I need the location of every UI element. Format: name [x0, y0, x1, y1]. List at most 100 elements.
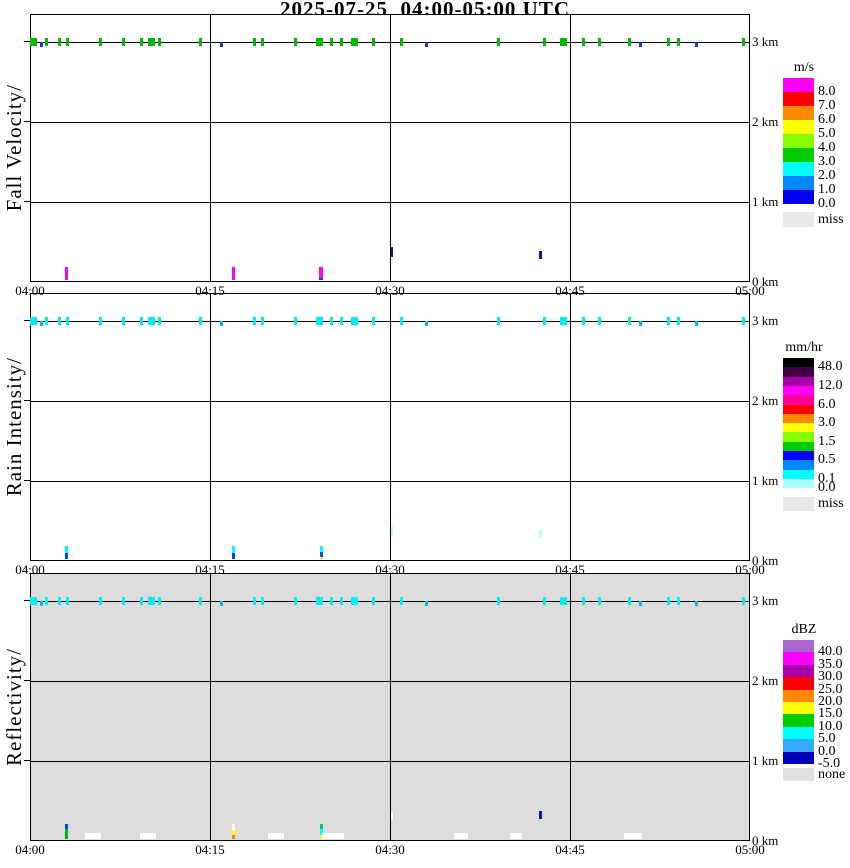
y-axis-tick — [24, 480, 30, 481]
data-mark — [539, 251, 542, 259]
legend-band-label: 0.5 — [818, 452, 836, 467]
data-mark — [253, 597, 256, 605]
data-mark — [560, 38, 567, 46]
x-axis-tick-label: 04:30 — [375, 283, 405, 298]
data-mark — [268, 833, 284, 839]
legend-band — [783, 386, 814, 395]
y-axis-tick — [24, 760, 30, 761]
data-mark — [148, 597, 155, 605]
data-mark — [158, 317, 161, 325]
data-mark — [340, 38, 343, 46]
data-mark — [294, 38, 297, 46]
legend-band — [783, 451, 814, 460]
y-axis-tick — [24, 600, 30, 601]
data-mark — [30, 597, 37, 605]
gridline-horizontal — [31, 681, 749, 682]
gridline-vertical — [210, 574, 211, 840]
legend-band — [783, 690, 814, 702]
data-mark — [199, 597, 202, 605]
y-axis-label-reflectivity: Reflectivity/ — [1, 573, 28, 841]
data-mark — [372, 38, 375, 46]
panel-fall-velocity — [30, 14, 750, 282]
y-axis-km-label: 0 km — [752, 274, 779, 289]
data-mark — [742, 597, 745, 605]
y-axis-km-label: 0 km — [752, 833, 779, 848]
data-mark — [253, 317, 256, 325]
data-mark-segment — [268, 833, 284, 839]
x-axis-tick-label: 04:30 — [375, 842, 405, 857]
data-mark — [742, 317, 745, 325]
data-mark-segment — [319, 278, 323, 280]
legend-band-label: 1.5 — [818, 434, 836, 449]
data-mark — [294, 597, 297, 605]
data-mark — [454, 833, 468, 839]
data-mark-alt — [220, 42, 223, 47]
data-mark — [66, 597, 69, 605]
data-mark — [122, 38, 125, 46]
data-mark — [372, 597, 375, 605]
y-axis-label-text: Rain Intensity/ — [2, 357, 26, 497]
legend-miss-swatch — [783, 768, 814, 781]
data-mark — [340, 317, 343, 325]
data-mark — [322, 833, 344, 839]
y-axis-tick — [24, 400, 30, 401]
data-mark — [58, 38, 61, 46]
data-mark — [677, 597, 680, 605]
data-mark — [400, 317, 403, 325]
data-mark — [598, 317, 601, 325]
legend-band — [783, 395, 814, 405]
data-mark-alt — [220, 601, 223, 606]
gridline-vertical — [570, 294, 571, 560]
data-mark — [543, 38, 546, 46]
gridline-vertical — [570, 574, 571, 840]
x-axis-tick-label: 04:15 — [195, 842, 225, 857]
data-mark — [140, 317, 143, 325]
legend-band — [783, 120, 814, 134]
legend-band — [783, 423, 814, 432]
data-mark-segment — [539, 251, 542, 259]
legend-band-label: 6.0 — [818, 397, 836, 412]
data-mark — [330, 38, 333, 46]
data-mark — [261, 317, 264, 325]
data-mark-alt — [695, 601, 698, 606]
data-mark — [391, 812, 393, 820]
data-mark — [316, 597, 323, 605]
data-mark — [294, 317, 297, 325]
data-mark — [158, 597, 161, 605]
gridline-horizontal — [31, 122, 749, 123]
legend-miss-label: miss — [818, 211, 844, 227]
data-mark — [261, 38, 264, 46]
data-mark-alt — [695, 321, 698, 326]
data-mark — [66, 38, 69, 46]
legend-band — [783, 470, 814, 479]
y-axis-tick — [24, 121, 30, 122]
gridline-horizontal — [31, 761, 749, 762]
data-mark — [65, 824, 68, 839]
data-mark — [598, 38, 601, 46]
data-mark — [497, 317, 500, 325]
gridline-horizontal — [31, 481, 749, 482]
legend-band — [783, 367, 814, 377]
data-mark — [199, 317, 202, 325]
data-mark — [140, 833, 156, 839]
data-mark — [30, 317, 37, 325]
gridline-vertical — [390, 294, 391, 560]
data-mark — [582, 38, 585, 46]
data-mark — [539, 530, 542, 538]
data-mark — [539, 811, 542, 819]
data-mark — [99, 317, 102, 325]
data-mark — [351, 317, 358, 325]
legend-band — [783, 752, 814, 764]
data-mark-alt — [639, 321, 642, 326]
data-mark — [58, 597, 61, 605]
legend-title-ms: m/s — [793, 60, 815, 75]
legend-band — [783, 148, 814, 162]
data-mark-alt — [220, 321, 223, 326]
data-mark-segment — [65, 553, 68, 559]
data-mark — [45, 38, 48, 46]
data-mark-alt — [425, 601, 428, 606]
legend-band-label: 3.0 — [818, 415, 836, 430]
data-mark — [316, 317, 323, 325]
x-axis-tick-label: 04:30 — [375, 562, 405, 577]
y-axis-tick — [24, 680, 30, 681]
